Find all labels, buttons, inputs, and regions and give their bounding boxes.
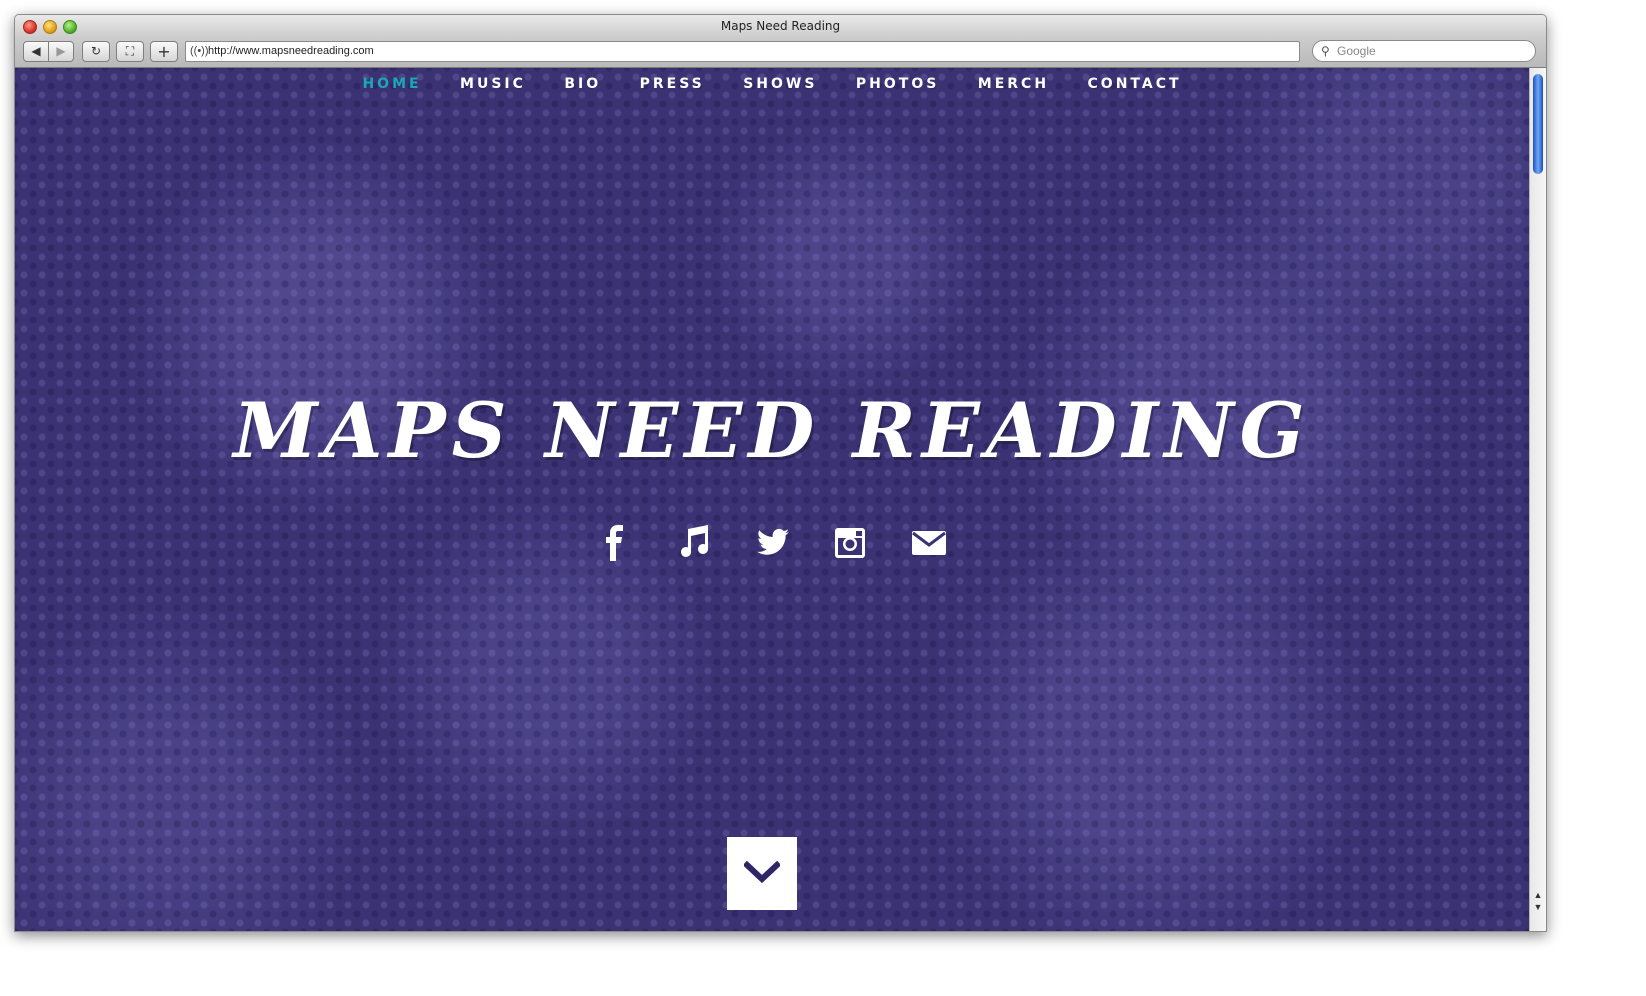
- chevron-down-icon: [744, 861, 780, 884]
- music-note-icon[interactable]: [674, 523, 714, 563]
- page-viewport: HOME MUSIC BIO PRESS SHOWS PHOTOS MERCH …: [15, 68, 1529, 931]
- nav-merch[interactable]: MERCH: [978, 74, 1049, 94]
- url-text: http://www.mapsneedreading.com: [208, 45, 374, 57]
- browser-window: Maps Need Reading ◀ ▶ ↻ ⛶ + ((•)) http:/…: [14, 14, 1547, 932]
- scroll-arrows-icon[interactable]: ▲ ▼: [1532, 889, 1544, 913]
- zoom-window-button[interactable]: [63, 20, 77, 34]
- search-icon: ⚲: [1321, 44, 1330, 58]
- band-logo-title: MAPS NEED READING: [233, 386, 1311, 475]
- vertical-scrollbar[interactable]: ▲ ▼: [1529, 68, 1546, 931]
- title-bar: Maps Need Reading: [15, 15, 1546, 37]
- social-links: [15, 523, 1529, 563]
- main-nav: HOME MUSIC BIO PRESS SHOWS PHOTOS MERCH …: [15, 74, 1529, 94]
- nav-music[interactable]: MUSIC: [460, 74, 526, 94]
- reload-button[interactable]: ↻: [82, 41, 110, 62]
- window-title: Maps Need Reading: [720, 19, 841, 33]
- nav-photos[interactable]: PHOTOS: [856, 74, 939, 94]
- nav-shows[interactable]: SHOWS: [743, 74, 817, 94]
- search-field[interactable]: ⚲ Google: [1312, 40, 1536, 62]
- close-window-button[interactable]: [23, 20, 37, 34]
- back-button[interactable]: ◀: [23, 41, 49, 62]
- twitter-icon[interactable]: [752, 523, 792, 563]
- nav-bio[interactable]: BIO: [564, 74, 601, 94]
- address-bar[interactable]: ((•)) http://www.mapsneedreading.com: [185, 41, 1300, 62]
- forward-button[interactable]: ▶: [48, 41, 74, 62]
- nav-home[interactable]: HOME: [362, 74, 421, 94]
- email-icon[interactable]: [909, 523, 949, 563]
- facebook-icon[interactable]: [595, 523, 635, 563]
- browser-toolbar: ◀ ▶ ↻ ⛶ + ((•)) http://www.mapsneedreadi…: [15, 37, 1546, 68]
- minimize-window-button[interactable]: [43, 20, 57, 34]
- search-placeholder: Google: [1337, 44, 1376, 58]
- nav-contact[interactable]: CONTACT: [1088, 74, 1182, 94]
- romanesco-background-image: [15, 68, 1529, 931]
- nav-press[interactable]: PRESS: [640, 74, 705, 94]
- snapback-button[interactable]: ⛶: [116, 41, 144, 62]
- scroll-thumb[interactable]: [1533, 74, 1543, 174]
- add-bookmark-button[interactable]: +: [150, 41, 178, 62]
- site-favicon-icon: ((•)): [190, 45, 209, 57]
- instagram-icon[interactable]: [830, 523, 870, 563]
- scroll-down-button[interactable]: [727, 837, 797, 910]
